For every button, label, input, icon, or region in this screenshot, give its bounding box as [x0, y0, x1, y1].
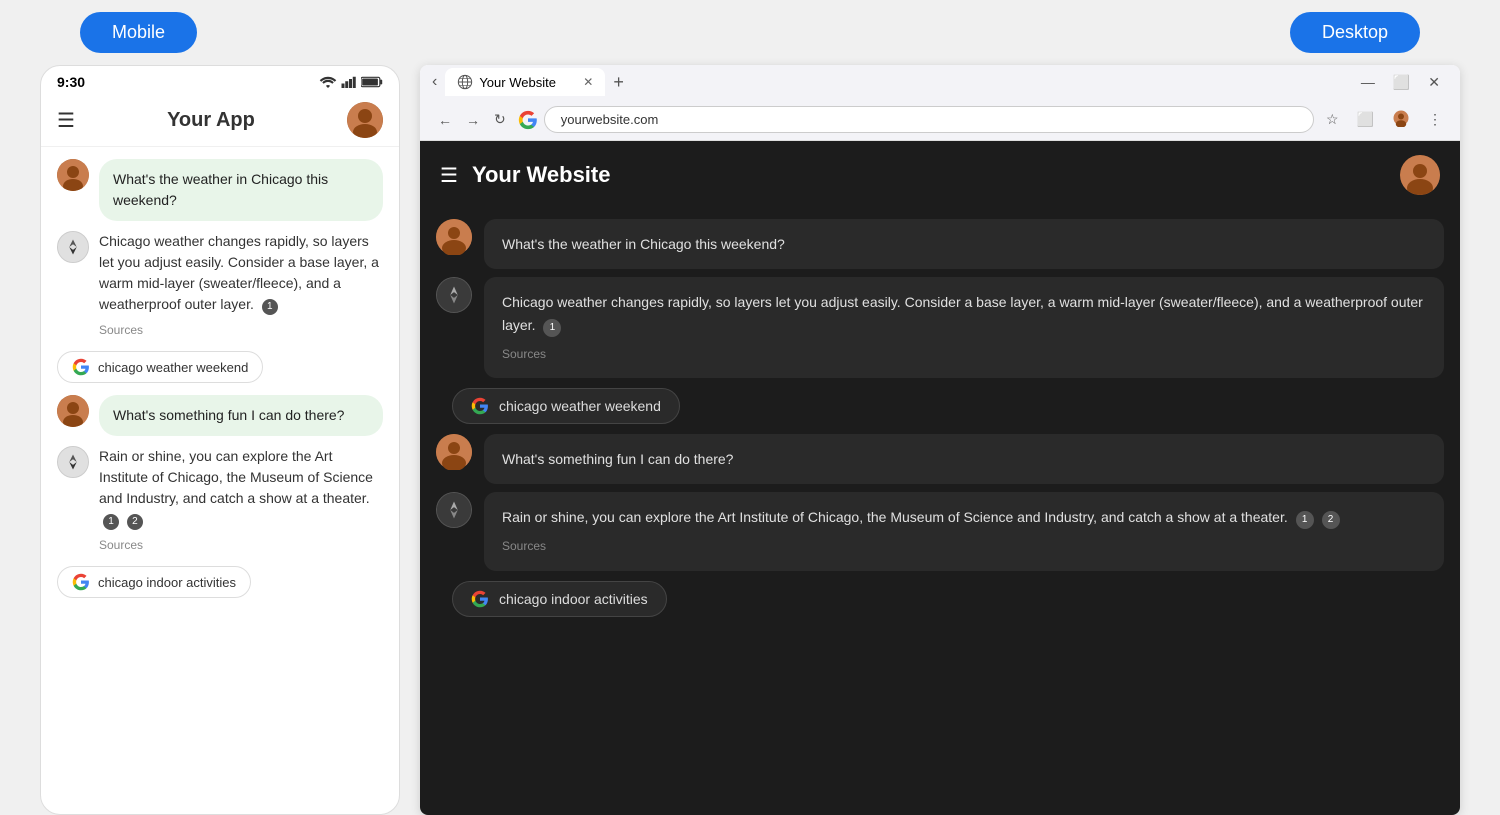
- mobile-source-badge-2a: 1: [103, 514, 119, 530]
- wifi-icon: [319, 76, 337, 88]
- mobile-status-bar: 9:30: [41, 66, 399, 94]
- mobile-user-avatar-1: [57, 159, 89, 191]
- mobile-search-text-1: chicago weather weekend: [98, 360, 248, 375]
- mobile-user-bubble-2: What's something fun I can do there?: [99, 395, 383, 436]
- mobile-time: 9:30: [57, 74, 85, 90]
- mobile-panel: 9:30: [40, 65, 400, 815]
- more-options-button[interactable]: ⋮: [1422, 107, 1448, 132]
- mobile-bot-msg-1: Chicago weather changes rapidly, so laye…: [57, 231, 383, 339]
- browser-chrome: ‹ Your Website ✕ +: [420, 65, 1460, 141]
- desktop-google-g-2: [471, 590, 489, 608]
- browser-tabs-row: ‹ Your Website ✕ +: [420, 65, 1460, 99]
- google-g-icon-1: [72, 358, 90, 376]
- desktop-search-text-2: chicago indoor activities: [499, 591, 648, 607]
- desktop-chat-area: What's the weather in Chicago this weeke…: [420, 209, 1460, 815]
- search-engine-icon: [518, 110, 538, 130]
- mobile-chat: What's the weather in Chicago this weeke…: [41, 147, 399, 814]
- google-g-icon-2: [72, 573, 90, 591]
- reload-button[interactable]: ↻: [488, 107, 512, 132]
- content-area: 9:30: [0, 65, 1500, 815]
- address-actions: ☆ ⬜ ⋮: [1320, 105, 1448, 134]
- profile-button[interactable]: [1386, 105, 1416, 134]
- desktop-app-header: ☰ Your Website: [420, 141, 1460, 209]
- mobile-source-badge-2b: 2: [127, 514, 143, 530]
- close-button[interactable]: ✕: [1420, 70, 1448, 95]
- url-text: yourwebsite.com: [561, 112, 659, 127]
- url-bar[interactable]: yourwebsite.com: [544, 106, 1314, 133]
- desktop-user-bubble-1: What's the weather in Chicago this weeke…: [484, 219, 1444, 269]
- desktop-bot-msg-2: Rain or shine, you can explore the Art I…: [436, 492, 1444, 570]
- mobile-button[interactable]: Mobile: [80, 12, 197, 53]
- tabs-dropdown-button[interactable]: ‹: [424, 65, 445, 99]
- desktop-bot-avatar-2: [436, 492, 472, 528]
- battery-icon: [361, 76, 383, 88]
- desktop-source-badge-2b: 2: [1322, 511, 1340, 529]
- extensions-button[interactable]: ⬜: [1351, 107, 1380, 132]
- bookmark-button[interactable]: ☆: [1320, 107, 1345, 132]
- desktop-bot-msg-1: Chicago weather changes rapidly, so laye…: [436, 277, 1444, 378]
- mobile-sources-2: Sources: [99, 536, 383, 554]
- maximize-button[interactable]: ⬜: [1385, 70, 1418, 95]
- tab-title: Your Website: [479, 75, 556, 90]
- desktop-source-badge-1: 1: [543, 319, 561, 337]
- forward-button[interactable]: →: [460, 108, 486, 132]
- browser-address-bar: ← → ↻ yourwebsite.com ☆ ⬜: [420, 99, 1460, 140]
- signal-icon: [341, 76, 357, 88]
- mobile-user-msg-1: What's the weather in Chicago this weeke…: [57, 159, 383, 221]
- desktop-user-bubble-2: What's something fun I can do there?: [484, 434, 1444, 484]
- tab-favicon: [457, 74, 473, 90]
- desktop-search-chip-2[interactable]: chicago indoor activities: [452, 581, 667, 617]
- desktop-source-badge-2a: 1: [1296, 511, 1314, 529]
- desktop-search-chip-1[interactable]: chicago weather weekend: [452, 388, 680, 424]
- mobile-user-avatar-2: [57, 395, 89, 427]
- mobile-app-title: Your App: [167, 109, 255, 132]
- new-tab-button[interactable]: +: [605, 68, 632, 97]
- desktop-app: ☰ Your Website: [420, 141, 1460, 815]
- hamburger-icon[interactable]: ☰: [57, 108, 75, 133]
- mobile-user-msg-2: What's something fun I can do there?: [57, 395, 383, 436]
- mobile-bot-bubble-2: Rain or shine, you can explore the Art I…: [99, 446, 383, 554]
- mobile-user-bubble-1: What's the weather in Chicago this weeke…: [99, 159, 383, 221]
- nav-arrows: ← → ↻: [432, 107, 512, 132]
- desktop-search-text-1: chicago weather weekend: [499, 398, 661, 414]
- desktop-button[interactable]: Desktop: [1290, 12, 1420, 53]
- minimize-button[interactable]: —: [1353, 70, 1383, 94]
- mobile-bot-msg-2: Rain or shine, you can explore the Art I…: [57, 446, 383, 554]
- mobile-status-icons: [319, 76, 383, 88]
- desktop-sources-1: Sources: [502, 345, 1426, 364]
- desktop-sources-2: Sources: [502, 537, 1426, 556]
- desktop-app-title: Your Website: [472, 162, 611, 188]
- mobile-avatar[interactable]: [347, 102, 383, 138]
- desktop-user-avatar-1: [436, 219, 472, 255]
- mobile-search-chip-2[interactable]: chicago indoor activities: [57, 566, 251, 598]
- desktop-avatar[interactable]: [1400, 155, 1440, 195]
- mobile-header: ☰ Your App: [41, 94, 399, 147]
- mobile-bot-avatar-1: [57, 231, 89, 263]
- desktop-bot-bubble-2: Rain or shine, you can explore the Art I…: [484, 492, 1444, 570]
- desktop-bot-avatar-1: [436, 277, 472, 313]
- back-button[interactable]: ←: [432, 108, 458, 132]
- desktop-user-msg-2: What's something fun I can do there?: [436, 434, 1444, 484]
- mobile-search-text-2: chicago indoor activities: [98, 575, 236, 590]
- desktop-google-g-1: [471, 397, 489, 415]
- top-bar: Mobile Desktop: [0, 0, 1500, 65]
- mobile-bot-avatar-2: [57, 446, 89, 478]
- browser-tab-active[interactable]: Your Website ✕: [445, 68, 605, 96]
- desktop-user-avatar-2: [436, 434, 472, 470]
- mobile-search-chip-1[interactable]: chicago weather weekend: [57, 351, 263, 383]
- tab-close-button[interactable]: ✕: [583, 75, 593, 89]
- desktop-panel: ‹ Your Website ✕ +: [420, 65, 1460, 815]
- desktop-user-msg-1: What's the weather in Chicago this weeke…: [436, 219, 1444, 269]
- mobile-sources-1: Sources: [99, 321, 383, 339]
- desktop-hamburger-icon[interactable]: ☰: [440, 163, 458, 188]
- mobile-source-badge-1: 1: [262, 299, 278, 315]
- mobile-bot-bubble-1: Chicago weather changes rapidly, so laye…: [99, 231, 383, 339]
- desktop-bot-bubble-1: Chicago weather changes rapidly, so laye…: [484, 277, 1444, 378]
